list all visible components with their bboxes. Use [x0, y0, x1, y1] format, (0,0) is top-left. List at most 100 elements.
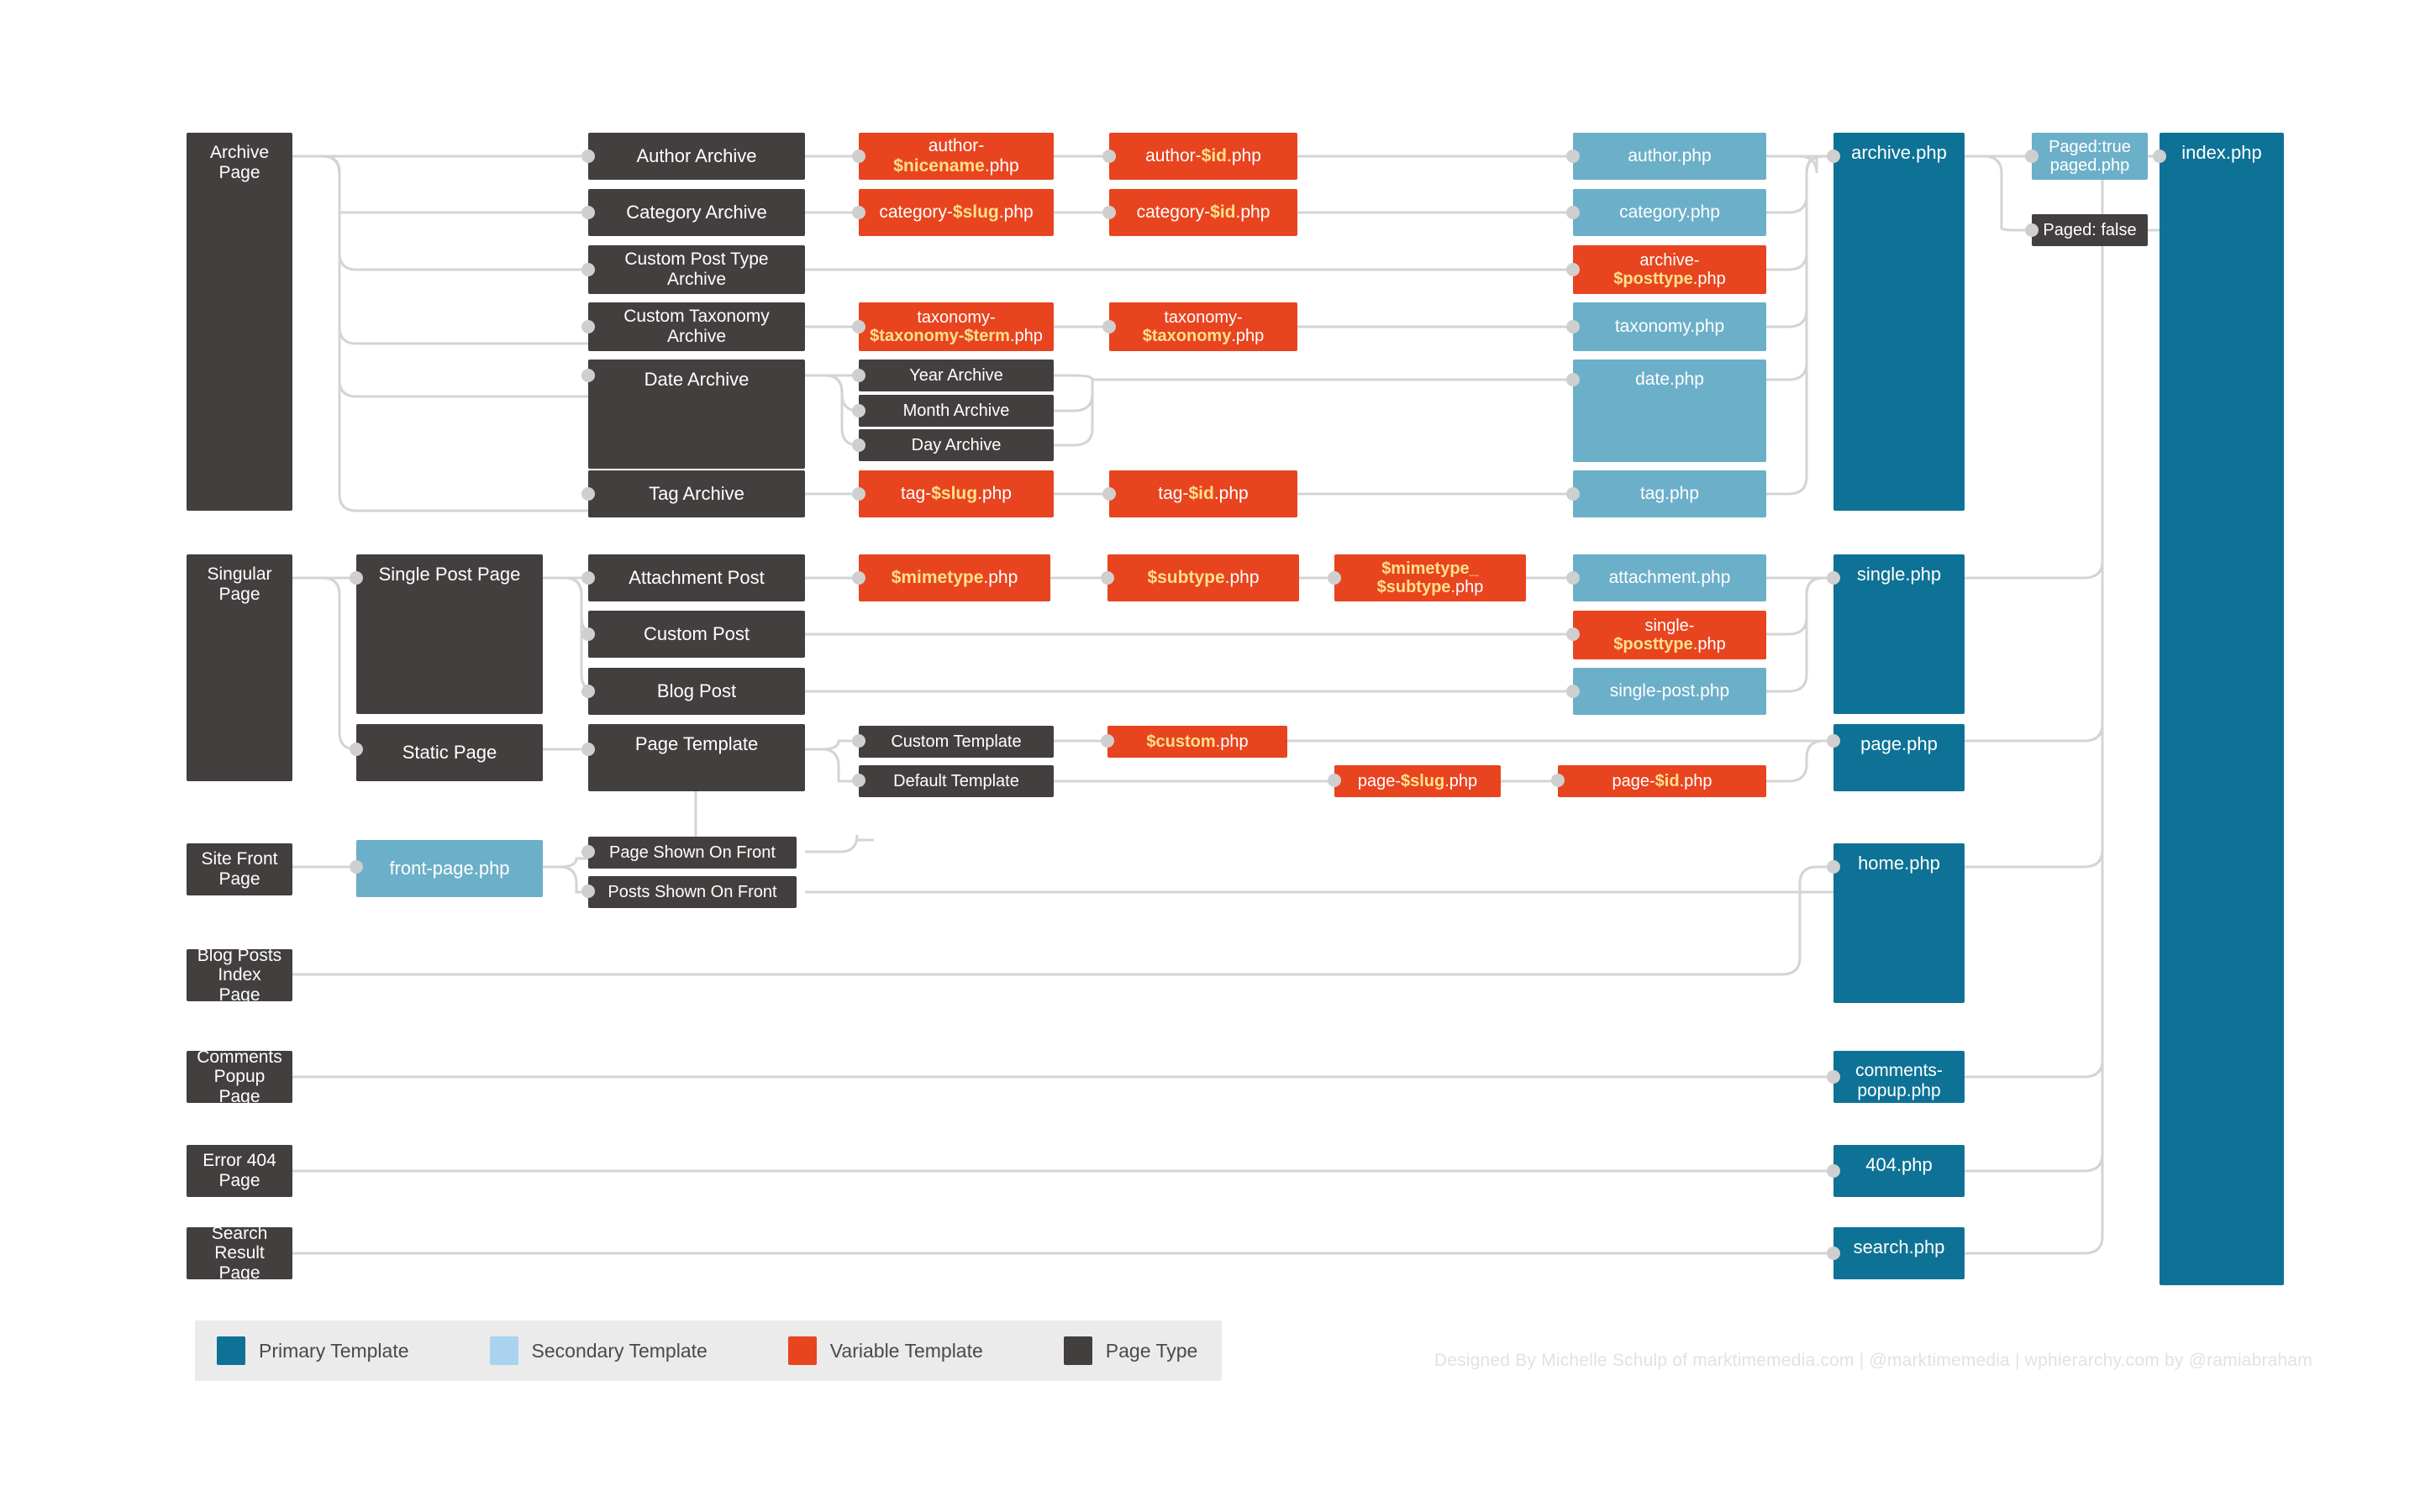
- connector-dot: [350, 860, 363, 874]
- node-custom-template[interactable]: Custom Template: [859, 726, 1054, 758]
- node-year-archive-label: Year Archive: [909, 365, 1003, 385]
- node-archive-php-label: archive.php: [1851, 142, 1947, 163]
- node-paged-true-line2: paged.php: [2049, 156, 2130, 175]
- legend-swatch-secondary: [489, 1336, 518, 1365]
- node-cpt-archive-line1: Custom Post Type: [624, 249, 769, 270]
- node-day-archive[interactable]: Day Archive: [859, 429, 1054, 461]
- node-page-template[interactable]: Page Template: [588, 724, 805, 791]
- node-paged-true[interactable]: Paged:true paged.php: [2032, 133, 2148, 180]
- connector-dot: [1102, 150, 1116, 163]
- node-category-id-php[interactable]: category-$id.php: [1109, 189, 1297, 236]
- node-tag-php[interactable]: tag.php: [1573, 470, 1766, 517]
- connector-dot: [852, 320, 865, 333]
- node-paged-false[interactable]: Paged: false: [2032, 214, 2148, 246]
- connector-dot: [350, 743, 363, 756]
- node-subtype-php[interactable]: $subtype.php: [1107, 554, 1299, 601]
- connector-dot: [1102, 206, 1116, 219]
- node-blog-post[interactable]: Blog Post: [588, 668, 805, 715]
- node-date-archive-label: Date Archive: [644, 369, 750, 390]
- node-taxonomy-taxonomy-term-php[interactable]: taxonomy- $taxonomy-$term.php: [859, 302, 1054, 351]
- node-default-template[interactable]: Default Template: [859, 765, 1054, 797]
- node-taxonomy-taxonomy-php[interactable]: taxonomy- $taxonomy.php: [1109, 302, 1297, 351]
- node-site-front-page[interactable]: Site Front Page: [187, 843, 292, 895]
- node-attachment-php[interactable]: attachment.php: [1573, 554, 1766, 601]
- node-custom-php[interactable]: $custom.php: [1107, 726, 1287, 758]
- node-single-php[interactable]: single.php: [1833, 554, 1965, 714]
- node-error-404-page[interactable]: Error 404 Page: [187, 1145, 292, 1197]
- node-tag-php-label: tag.php: [1639, 484, 1700, 504]
- node-year-archive[interactable]: Year Archive: [859, 360, 1054, 391]
- node-static-page[interactable]: Static Page: [356, 724, 543, 781]
- node-custom-post-type-archive[interactable]: Custom Post Type Archive: [588, 245, 805, 294]
- node-comments-popup-line1: Comments: [197, 1047, 282, 1067]
- legend-swatch-page-type: [1063, 1336, 1092, 1365]
- node-single-post-page[interactable]: Single Post Page: [356, 554, 543, 714]
- node-author-id-php[interactable]: author-$id.php: [1109, 133, 1297, 180]
- connector-dot: [2025, 223, 2039, 237]
- node-single-post-php[interactable]: single-post.php: [1573, 668, 1766, 715]
- node-front-page-php[interactable]: front-page.php: [356, 840, 543, 897]
- node-author-nicename-php[interactable]: author- $nicename.php: [859, 133, 1054, 180]
- node-ctax-archive-line2: Archive: [666, 327, 727, 346]
- node-custom-taxonomy-archive[interactable]: Custom Taxonomy Archive: [588, 302, 805, 351]
- connector-dot: [1566, 263, 1580, 276]
- node-page-id-php[interactable]: page-$id.php: [1558, 765, 1766, 797]
- node-archive-page[interactable]: Archive Page: [187, 133, 292, 511]
- node-taxonomy-php[interactable]: taxonomy.php: [1573, 302, 1766, 351]
- node-404-php[interactable]: 404.php: [1833, 1145, 1965, 1197]
- connector-dot: [1566, 487, 1580, 501]
- connector-dot: [852, 150, 865, 163]
- node-page-slug-php[interactable]: page-$slug.php: [1334, 765, 1501, 797]
- connector-dot: [1827, 571, 1840, 585]
- node-month-archive[interactable]: Month Archive: [859, 395, 1054, 427]
- connector-dot: [852, 774, 865, 787]
- node-attachment-php-label: attachment.php: [1608, 568, 1731, 588]
- node-archive-posttype-php[interactable]: archive- $posttype.php: [1573, 245, 1766, 294]
- node-singular-page[interactable]: Singular Page: [187, 554, 292, 781]
- node-page-shown-label: Page Shown On Front: [609, 843, 776, 862]
- node-search-result-page[interactable]: Search Result Page: [187, 1224, 292, 1283]
- node-paged-false-label: Paged: false: [2043, 220, 2137, 239]
- node-static-page-label: Static Page: [402, 741, 497, 763]
- diagram-canvas: Archive Page Singular Page Site Front Page …: [0, 0, 2420, 1512]
- node-archive-page-line1: Archive: [209, 143, 270, 162]
- connector-dot: [1566, 685, 1580, 698]
- node-category-php[interactable]: category.php: [1573, 189, 1766, 236]
- node-posts-shown-on-front[interactable]: Posts Shown On Front: [588, 876, 797, 908]
- connector-dot: [581, 743, 595, 756]
- node-comments-popup-page[interactable]: Comments Popup Page: [187, 1047, 292, 1106]
- node-date-php[interactable]: date.php: [1573, 360, 1766, 462]
- node-author-archive[interactable]: Author Archive: [588, 133, 805, 180]
- node-category-archive[interactable]: Category Archive: [588, 189, 805, 236]
- node-tag-id-php[interactable]: tag-$id.php: [1109, 470, 1297, 517]
- node-archive-php[interactable]: archive.php: [1833, 133, 1965, 511]
- node-author-php[interactable]: author.php: [1573, 133, 1766, 180]
- node-index-php[interactable]: index.php: [2160, 133, 2284, 1285]
- node-tag-archive-label: Tag Archive: [649, 482, 744, 504]
- connector-dot: [1566, 627, 1580, 641]
- node-mimetype-php[interactable]: $mimetype.php: [859, 554, 1050, 601]
- node-single-posttype-php[interactable]: single- $posttype.php: [1573, 611, 1766, 659]
- node-date-archive[interactable]: Date Archive: [588, 360, 805, 469]
- node-mimetype-subtype-php[interactable]: $mimetype_ $subtype.php: [1334, 554, 1526, 601]
- node-tag-slug-php[interactable]: tag-$slug.php: [859, 470, 1054, 517]
- node-category-archive-label: Category Archive: [626, 201, 767, 223]
- node-comments-popup-php[interactable]: comments-popup.php: [1833, 1051, 1965, 1103]
- connector-dot: [1328, 571, 1341, 585]
- node-home-php[interactable]: home.php: [1833, 843, 1965, 1003]
- node-home-php-label: home.php: [1858, 853, 1940, 874]
- legend: Primary Template Secondary Template Vari…: [195, 1320, 1222, 1381]
- node-category-slug-php[interactable]: category-$slug.php: [859, 189, 1054, 236]
- connector-dot: [1551, 774, 1565, 787]
- node-attachment-post[interactable]: Attachment Post: [588, 554, 805, 601]
- node-page-shown-on-front[interactable]: Page Shown On Front: [588, 837, 797, 869]
- connector-dot: [852, 369, 865, 382]
- node-tag-archive[interactable]: Tag Archive: [588, 470, 805, 517]
- node-page-php[interactable]: page.php: [1833, 724, 1965, 791]
- connector-dot: [852, 206, 865, 219]
- node-blog-posts-index-page[interactable]: Blog Posts Index Page: [187, 946, 292, 1005]
- node-custom-post[interactable]: Custom Post: [588, 611, 805, 658]
- connector-dot: [581, 320, 595, 333]
- node-search-php[interactable]: search.php: [1833, 1227, 1965, 1279]
- connector-dot: [1101, 571, 1114, 585]
